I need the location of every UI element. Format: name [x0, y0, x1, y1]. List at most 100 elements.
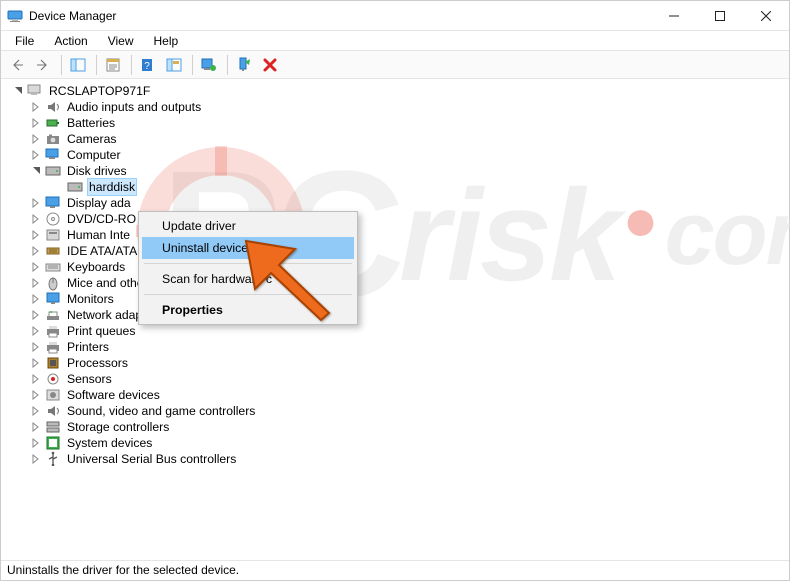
tree-root[interactable]: RCSLAPTOP971F [11, 83, 789, 99]
twisty-collapsed-icon[interactable] [29, 134, 43, 144]
twisty-collapsed-icon[interactable] [29, 246, 43, 256]
twisty-collapsed-icon[interactable] [29, 278, 43, 288]
back-button[interactable] [5, 54, 29, 76]
tree-item-label: Computer [65, 147, 123, 163]
camera-icon [45, 131, 61, 147]
tree-item[interactable]: Software devices [11, 387, 789, 403]
tree-item[interactable]: Print queues [11, 323, 789, 339]
enable-device-button[interactable] [232, 54, 256, 76]
close-button[interactable] [743, 1, 789, 31]
display-icon [45, 195, 61, 211]
device-tree[interactable]: RCSLAPTOP971F Audio inputs and outputsBa… [1, 79, 789, 560]
tree-item-label: Sound, video and game controllers [65, 403, 257, 419]
system-icon [45, 435, 61, 451]
twisty-collapsed-icon[interactable] [29, 342, 43, 352]
tree-item-label: Processors [65, 355, 130, 371]
optical-drive-icon [45, 211, 61, 227]
twisty-collapsed-icon[interactable] [29, 406, 43, 416]
help-button[interactable]: ? [136, 54, 160, 76]
update-driver-button[interactable] [197, 54, 221, 76]
ctx-scan-hardware[interactable]: Scan for hardware c [142, 268, 354, 290]
forward-button[interactable] [31, 54, 55, 76]
twisty-collapsed-icon[interactable] [29, 422, 43, 432]
twisty-collapsed-icon[interactable] [29, 150, 43, 160]
sound-icon [45, 403, 61, 419]
cpu-icon [45, 355, 61, 371]
tree-item[interactable]: Monitors [11, 291, 789, 307]
tree-item[interactable]: Computer [11, 147, 789, 163]
twisty-collapsed-icon[interactable] [29, 214, 43, 224]
tree-item[interactable]: Disk drives [11, 163, 789, 179]
ctx-uninstall-device[interactable]: Uninstall device [142, 237, 354, 259]
tree-item[interactable]: Keyboards [11, 259, 789, 275]
tree-item[interactable]: Sound, video and game controllers [11, 403, 789, 419]
twisty-expanded-icon[interactable] [29, 166, 43, 176]
twisty-collapsed-icon[interactable] [29, 198, 43, 208]
help-button-2[interactable] [162, 54, 186, 76]
tree-item-label: Batteries [65, 115, 117, 131]
computer-icon [27, 83, 43, 99]
menu-view[interactable]: View [98, 32, 144, 50]
twisty-collapsed-icon[interactable] [29, 374, 43, 384]
menu-action[interactable]: Action [44, 32, 97, 50]
ctx-separator [144, 263, 352, 264]
twisty-collapsed-icon[interactable] [29, 262, 43, 272]
menu-help[interactable]: Help [144, 32, 189, 50]
properties-button[interactable] [101, 54, 125, 76]
software-icon [45, 387, 61, 403]
twisty-expanded-icon[interactable] [11, 86, 25, 96]
tree-item[interactable]: DVD/CD-RO [11, 211, 789, 227]
battery-icon [45, 115, 61, 131]
storage-icon [45, 419, 61, 435]
tree-item[interactable]: Batteries [11, 115, 789, 131]
tree-item[interactable]: IDE ATA/ATA [11, 243, 789, 259]
tree-item-label: Cameras [65, 131, 118, 147]
twisty-collapsed-icon[interactable] [29, 230, 43, 240]
printer-icon [45, 339, 61, 355]
statusbar: Uninstalls the driver for the selected d… [1, 560, 789, 580]
minimize-button[interactable] [651, 1, 697, 31]
ctx-update-driver[interactable]: Update driver [142, 215, 354, 237]
tree-item[interactable]: Network adapters [11, 307, 789, 323]
window-title: Device Manager [29, 9, 116, 23]
twisty-collapsed-icon[interactable] [29, 326, 43, 336]
tree-item-label: System devices [65, 435, 154, 451]
uninstall-device-button[interactable] [258, 54, 282, 76]
ctx-properties[interactable]: Properties [142, 299, 354, 321]
twisty-collapsed-icon[interactable] [29, 102, 43, 112]
tree-item[interactable]: Processors [11, 355, 789, 371]
tree-item[interactable]: System devices [11, 435, 789, 451]
tree-item-label: Disk drives [65, 163, 129, 179]
audio-icon [45, 99, 61, 115]
twisty-collapsed-icon[interactable] [29, 390, 43, 400]
tree-item-label: Print queues [65, 323, 137, 339]
tree-root-label: RCSLAPTOP971F [47, 83, 152, 99]
maximize-button[interactable] [697, 1, 743, 31]
tree-item-label: Printers [65, 339, 111, 355]
twisty-collapsed-icon[interactable] [29, 438, 43, 448]
twisty-collapsed-icon[interactable] [29, 454, 43, 464]
tree-item[interactable]: Universal Serial Bus controllers [11, 451, 789, 467]
app-icon [7, 8, 23, 24]
ide-icon [45, 243, 61, 259]
twisty-collapsed-icon[interactable] [29, 118, 43, 128]
menu-file[interactable]: File [5, 32, 44, 50]
tree-item-label: Human Inte [65, 227, 132, 243]
show-hide-console-tree-button[interactable] [66, 54, 90, 76]
twisty-collapsed-icon[interactable] [29, 310, 43, 320]
tree-item[interactable]: Human Inte [11, 227, 789, 243]
twisty-collapsed-icon[interactable] [29, 358, 43, 368]
tree-item[interactable]: Cameras [11, 131, 789, 147]
tree-item-label: Storage controllers [65, 419, 171, 435]
tree-item[interactable]: Display ada [11, 195, 789, 211]
tree-item[interactable]: Printers [11, 339, 789, 355]
twisty-collapsed-icon[interactable] [29, 294, 43, 304]
tree-item-label: Keyboards [65, 259, 127, 275]
tree-item[interactable]: harddisk [11, 179, 789, 195]
tree-item-label: Monitors [65, 291, 116, 307]
toolbar: ? [1, 51, 789, 79]
tree-item[interactable]: Audio inputs and outputs [11, 99, 789, 115]
tree-item[interactable]: Storage controllers [11, 419, 789, 435]
tree-item[interactable]: Mice and other pointing devices [11, 275, 789, 291]
tree-item[interactable]: Sensors [11, 371, 789, 387]
